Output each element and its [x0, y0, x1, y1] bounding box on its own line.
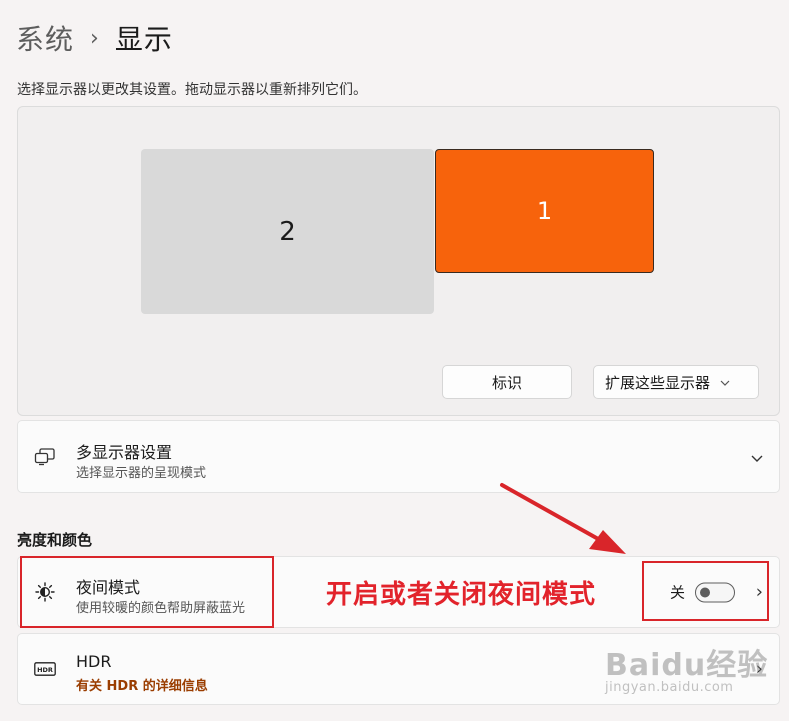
baidu-watermark-logo: Baidu经验 jingyan.baidu.com [605, 640, 768, 695]
extend-displays-dropdown[interactable]: 扩展这些显示器 [593, 365, 759, 399]
section-brightness-color: 亮度和颜色 [17, 531, 93, 549]
multiple-displays-icon [34, 447, 56, 466]
monitor-2[interactable]: 2 [141, 149, 434, 314]
annotation-box-night-light [20, 556, 274, 628]
identify-button[interactable]: 标识 [442, 365, 572, 399]
hdr-details-link[interactable]: 有关 HDR 的详细信息 [76, 675, 208, 694]
breadcrumb-parent-system[interactable]: 系统 [16, 18, 74, 58]
monitor-1-label: 1 [536, 197, 553, 225]
multiple-displays-title: 多显示器设置 [76, 443, 173, 462]
hdr-title: HDR [76, 652, 112, 671]
multiple-displays-card[interactable]: 多显示器设置 选择显示器的呈现模式 [17, 420, 780, 493]
extend-displays-label: 扩展这些显示器 [605, 373, 711, 392]
page-description: 选择显示器以更改其设置。拖动显示器以重新排列它们。 [17, 82, 367, 98]
breadcrumb-separator: › [90, 25, 99, 51]
monitor-1[interactable]: 1 [435, 149, 654, 273]
breadcrumb: 系统 › 显示 [16, 18, 173, 58]
multiple-displays-subtitle: 选择显示器的呈现模式 [76, 466, 207, 481]
chevron-down-icon [720, 375, 730, 389]
annotation-box-toggle [642, 561, 769, 621]
watermark-main: Baidu经验 [605, 648, 769, 683]
page-title: 显示 [114, 23, 173, 56]
monitor-2-label: 2 [279, 216, 296, 247]
hdr-icon: HDR [34, 662, 56, 676]
display-arrangement-panel: 2 1 标识 扩展这些显示器 [17, 106, 780, 416]
chevron-down-icon[interactable] [751, 447, 763, 466]
annotation-text: 开启或者关闭夜间模式 [326, 580, 597, 610]
hdr-icon-text: HDR [37, 666, 53, 674]
